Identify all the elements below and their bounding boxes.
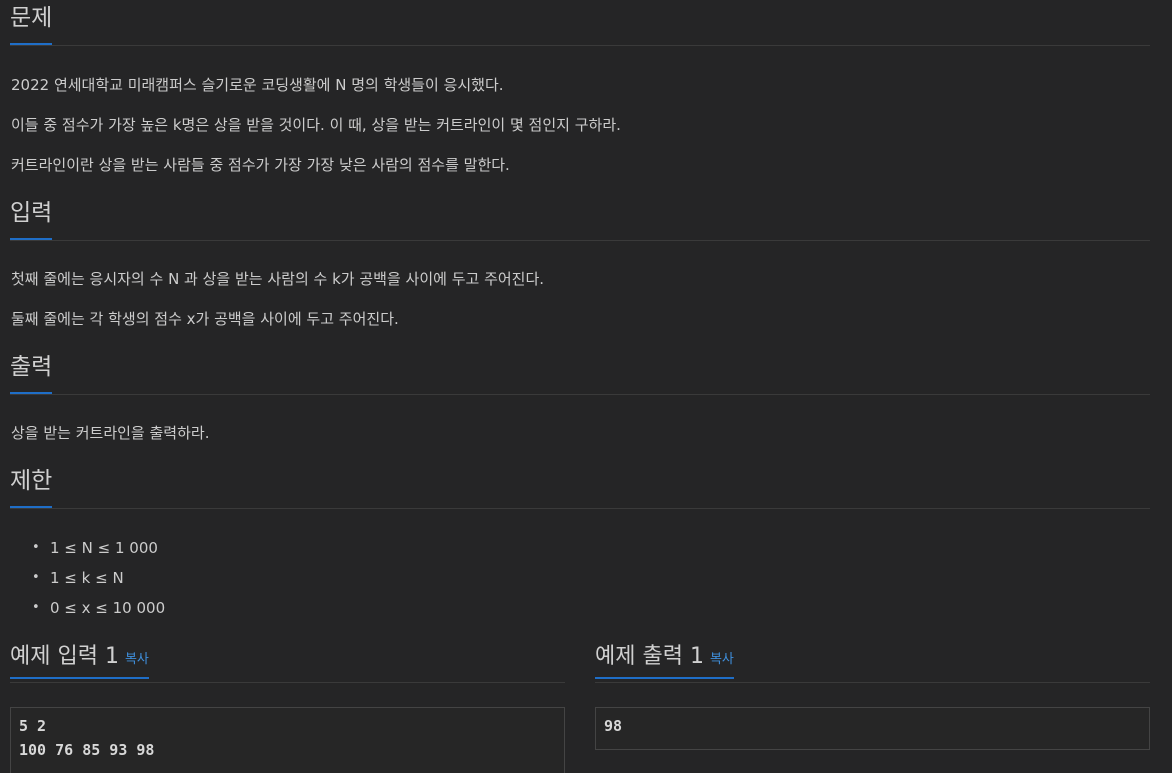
sample-output-copy-button[interactable]: 복사 bbox=[710, 652, 734, 667]
input-line-1: 첫째 줄에는 응시자의 수 N 과 상을 받는 사람의 수 k가 공백을 사이에… bbox=[11, 270, 545, 288]
sample-output-heading-block: 예제 출력 1 복사 bbox=[595, 641, 1150, 683]
limits-list: • 1 ≤ N ≤ 1 000 • 1 ≤ k ≤ N • 0 ≤ x ≤ 10 00… bbox=[30, 533, 165, 623]
limits-heading: 제한 bbox=[10, 463, 53, 508]
problem-heading: 문제 bbox=[10, 0, 53, 45]
output-line-1: 상을 받는 커트라인을 출력하라. bbox=[11, 424, 210, 442]
sample-output-box: 98 bbox=[595, 707, 1150, 750]
sample-output-title: 예제 출력 1 bbox=[595, 644, 704, 669]
limits-heading-block: 제한 bbox=[10, 463, 1150, 509]
sample-input-title: 예제 입력 1 bbox=[10, 644, 119, 669]
limit-item: • 0 ≤ x ≤ 10 000 bbox=[32, 599, 166, 617]
sample-input-heading-block: 예제 입력 1 복사 bbox=[10, 641, 565, 683]
input-heading-block: 입력 bbox=[10, 195, 1150, 241]
problem-page: 문제 2022 연세대학교 미래캠퍼스 슬기로운 코딩생활에 N 명의 학생들이… bbox=[0, 0, 1172, 773]
output-heading: 출력 bbox=[10, 349, 53, 394]
problem-heading-block: 문제 bbox=[10, 0, 1150, 46]
input-line-2: 둘째 줄에는 각 학생의 점수 x가 공백을 사이에 두고 주어진다. bbox=[11, 310, 399, 328]
input-heading: 입력 bbox=[10, 195, 53, 240]
problem-line-2: 이들 중 점수가 가장 높은 k명은 상을 받을 것이다. 이 때, 상을 받는… bbox=[11, 116, 621, 134]
sample-input-copy-button[interactable]: 복사 bbox=[125, 652, 149, 667]
limit-item: • 1 ≤ k ≤ N bbox=[32, 569, 124, 587]
sample-input-box: 5 2 100 76 85 93 98 bbox=[10, 707, 565, 773]
problem-line-3: 커트라인이란 상을 받는 사람들 중 점수가 가장 가장 낮은 사람의 점수를 … bbox=[11, 156, 510, 174]
output-heading-block: 출력 bbox=[10, 349, 1150, 395]
problem-line-1: 2022 연세대학교 미래캠퍼스 슬기로운 코딩생활에 N 명의 학생들이 응시… bbox=[11, 76, 504, 94]
limit-item: • 1 ≤ N ≤ 1 000 bbox=[32, 539, 158, 557]
